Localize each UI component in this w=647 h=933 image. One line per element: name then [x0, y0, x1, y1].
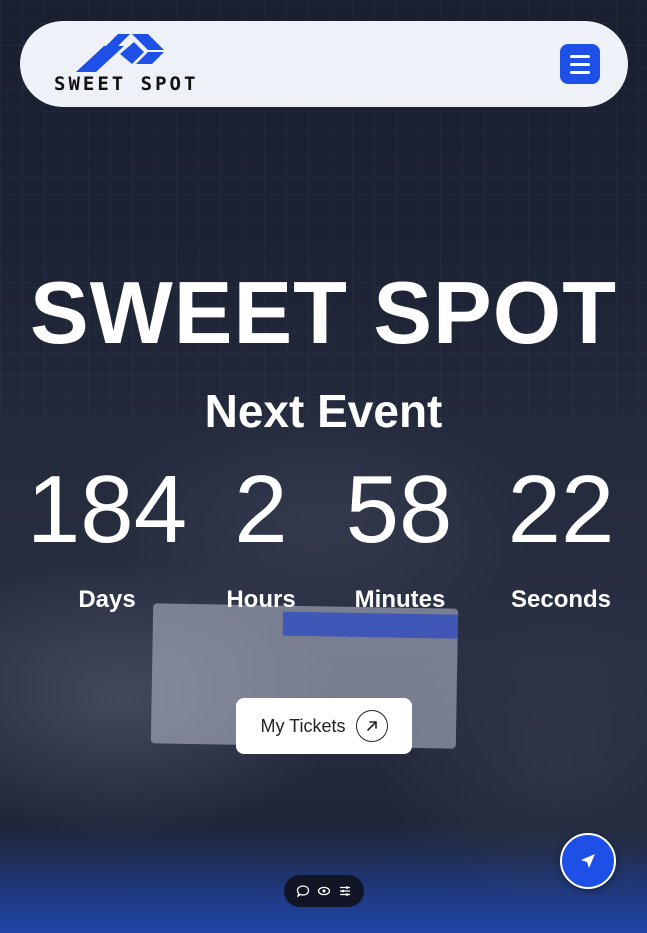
arrow-up-right-icon [355, 710, 388, 742]
brand-name: SWEET SPOT [54, 72, 199, 95]
countdown-hours-value: 2 [234, 456, 288, 563]
countdown-minutes-label: Minutes [354, 586, 446, 613]
hamburger-menu-icon [570, 54, 590, 58]
event-countdown: 184 2 58 22 Days Hours Minutes Seconds [0, 458, 647, 628]
eye-icon[interactable] [317, 884, 331, 898]
my-tickets-button[interactable]: My Tickets [236, 698, 412, 754]
next-event-heading: Next Event [204, 385, 443, 437]
my-tickets-label: My Tickets [260, 715, 346, 736]
floating-action-button[interactable] [560, 833, 616, 889]
hamburger-menu-button[interactable] [560, 44, 600, 84]
countdown-seconds-label: Seconds [510, 586, 612, 613]
chat-bubble-icon[interactable] [296, 884, 310, 898]
brand-logo[interactable]: SWEET SPOT [54, 33, 199, 95]
cursor-pointer-icon [581, 854, 595, 868]
hero-title: SWEET SPOT [30, 263, 617, 362]
countdown-hours-label: Hours [226, 586, 296, 613]
floating-mini-toolbar [284, 875, 364, 907]
countdown-days-value: 184 [26, 456, 188, 563]
countdown-minutes-value: 58 [345, 456, 453, 563]
sliders-icon[interactable] [338, 884, 352, 898]
top-navbar: SWEET SPOT [20, 21, 628, 107]
countdown-days-label: Days [78, 586, 136, 613]
countdown-seconds-value: 22 [507, 456, 615, 563]
logo-chevrons-icon [76, 33, 164, 72]
